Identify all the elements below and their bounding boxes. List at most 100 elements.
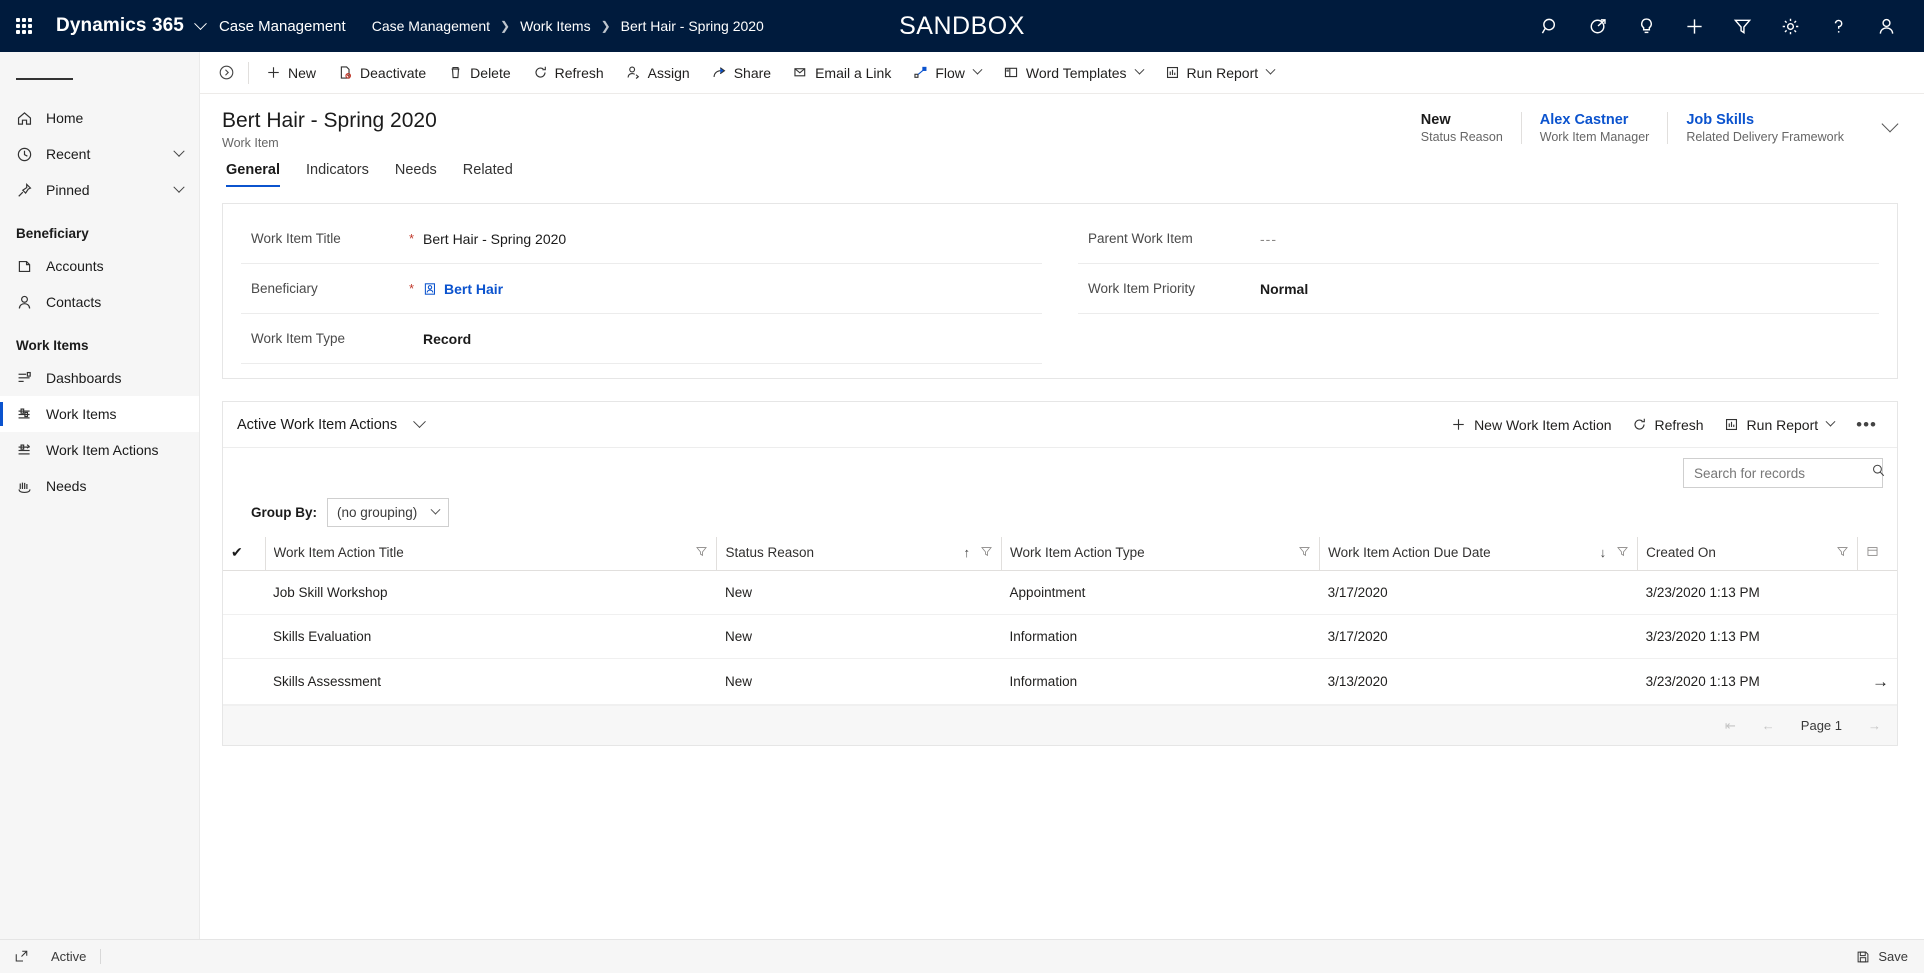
table-row[interactable]: Skills Evaluation New Information 3/17/2… (223, 615, 1897, 659)
chevron-down-icon[interactable] (173, 146, 184, 157)
sort-descending-icon[interactable]: ↓ (1600, 545, 1607, 560)
column-header-status-reason[interactable]: Status Reason ↑ (717, 537, 1002, 571)
tab-related[interactable]: Related (450, 162, 526, 187)
column-header-action-type[interactable]: Work Item Action Type (1002, 537, 1320, 571)
expand-command-bar-icon[interactable] (210, 57, 242, 89)
tab-general[interactable]: General (222, 162, 293, 187)
tab-indicators[interactable]: Indicators (293, 162, 382, 187)
subgrid-view-selector-chevron-down-icon[interactable] (413, 415, 426, 428)
row-open-cell[interactable]: → (1857, 659, 1897, 705)
sort-ascending-icon[interactable]: ↑ (964, 545, 971, 560)
new-button[interactable]: New (255, 52, 327, 94)
assistant-lightbulb-icon[interactable] (1622, 0, 1670, 52)
table-row[interactable]: Job Skill Workshop New Appointment 3/17/… (223, 571, 1897, 615)
sidebar-item-needs[interactable]: Needs (0, 468, 199, 504)
run-report-button[interactable]: Run Report (1154, 52, 1286, 94)
header-field-value[interactable]: Alex Castner (1540, 112, 1650, 128)
new-work-item-action-button[interactable]: New Work Item Action (1441, 408, 1621, 442)
row-open-cell[interactable] (1857, 571, 1897, 615)
cell-title[interactable]: Skills Assessment (265, 659, 717, 705)
previous-page-button[interactable]: ← (1762, 718, 1775, 733)
app-name[interactable]: Case Management (219, 18, 372, 35)
filter-icon[interactable] (1718, 0, 1766, 52)
filter-icon[interactable] (1616, 545, 1629, 561)
chevron-down-icon[interactable] (194, 17, 207, 30)
column-chooser-header[interactable] (1857, 537, 1897, 571)
flow-button[interactable]: Flow (902, 52, 992, 94)
field-value[interactable]: Normal (1260, 281, 1308, 297)
breadcrumb-item-2[interactable]: Bert Hair - Spring 2020 (621, 18, 764, 34)
filter-icon[interactable] (1836, 545, 1849, 561)
lookup-link-beneficiary[interactable]: Bert Hair (423, 281, 503, 297)
subgrid-refresh-button[interactable]: Refresh (1622, 408, 1714, 442)
sidebar-item-work-items[interactable]: Work Items (0, 396, 199, 432)
chevron-down-icon[interactable] (173, 182, 184, 193)
chevron-down-icon[interactable] (1266, 65, 1276, 75)
checkmark-icon[interactable]: ✔ (231, 544, 243, 560)
row-select-cell[interactable] (223, 571, 265, 615)
sidebar-item-home[interactable]: Home (0, 100, 199, 136)
deactivate-button[interactable]: Deactivate (327, 52, 437, 94)
field-value[interactable]: Bert Hair - Spring 2020 (423, 231, 566, 247)
breadcrumb-item-1[interactable]: Work Items (520, 18, 591, 34)
settings-gear-icon[interactable] (1766, 0, 1814, 52)
subgrid-run-report-button[interactable]: Run Report (1714, 408, 1845, 442)
save-button[interactable]: Save (1856, 949, 1908, 964)
user-avatar-icon[interactable] (1862, 0, 1910, 52)
filter-icon[interactable] (980, 545, 993, 561)
cell-title[interactable]: Skills Evaluation (265, 615, 717, 659)
sidebar-item-work-item-actions[interactable]: Work Item Actions (0, 432, 199, 468)
form-scroll-area[interactable]: Work Item Title * Bert Hair - Spring 202… (200, 187, 1924, 939)
delete-button[interactable]: Delete (437, 52, 521, 94)
row-select-cell[interactable] (223, 615, 265, 659)
chevron-down-icon[interactable] (1826, 417, 1836, 427)
column-header-created-on[interactable]: Created On (1638, 537, 1857, 571)
email-a-link-button[interactable]: Email a Link (782, 52, 902, 94)
sidebar-item-dashboards[interactable]: Dashboards (0, 360, 199, 396)
subgrid-overflow-menu-icon[interactable]: ••• (1844, 415, 1889, 435)
group-by-label: Group By: (251, 505, 317, 520)
assign-button[interactable]: Assign (615, 52, 701, 94)
first-page-button[interactable]: ⇤ (1725, 718, 1736, 734)
sidebar-item-pinned[interactable]: Pinned (0, 172, 199, 208)
table-row[interactable]: Skills Assessment New Information 3/13/2… (223, 659, 1897, 705)
next-page-button[interactable]: → (1868, 718, 1881, 733)
column-header-title[interactable]: Work Item Action Title (265, 537, 717, 571)
popout-icon[interactable] (14, 949, 29, 964)
search-icon[interactable] (1526, 0, 1574, 52)
sidebar-item-recent[interactable]: Recent (0, 136, 199, 172)
open-record-arrow-icon[interactable]: → (1872, 673, 1889, 690)
field-value[interactable]: Record (423, 331, 471, 347)
refresh-button[interactable]: Refresh (522, 52, 615, 94)
clock-icon (16, 146, 42, 163)
search-records-box[interactable] (1683, 458, 1883, 488)
quick-create-icon[interactable] (1574, 0, 1622, 52)
cell-title[interactable]: Job Skill Workshop (265, 571, 717, 615)
word-templates-button[interactable]: Word Templates (992, 52, 1154, 94)
brand-dynamics365[interactable]: Dynamics 365 (48, 15, 190, 37)
field-value[interactable]: --- (1260, 231, 1277, 247)
filter-icon[interactable] (1298, 545, 1311, 561)
row-open-cell[interactable] (1857, 615, 1897, 659)
column-options-icon[interactable] (1866, 546, 1879, 561)
header-field-value[interactable]: Job Skills (1686, 112, 1844, 128)
chevron-down-icon[interactable] (1134, 65, 1144, 75)
tab-needs[interactable]: Needs (382, 162, 450, 187)
site-map-toggle-icon[interactable] (0, 58, 199, 100)
share-button[interactable]: Share (701, 52, 782, 94)
chevron-down-icon[interactable] (972, 65, 982, 75)
search-icon[interactable] (1871, 463, 1886, 483)
column-header-due-date[interactable]: Work Item Action Due Date ↓ (1320, 537, 1638, 571)
group-by-select[interactable]: (no grouping) (327, 498, 449, 527)
expand-header-chevron-down-icon[interactable] (1882, 116, 1899, 133)
row-select-cell[interactable] (223, 659, 265, 705)
breadcrumb-item-0[interactable]: Case Management (372, 18, 490, 34)
filter-icon[interactable] (695, 545, 708, 561)
search-input[interactable] (1694, 466, 1871, 481)
sidebar-item-accounts[interactable]: Accounts (0, 248, 199, 284)
help-icon[interactable] (1814, 0, 1862, 52)
select-all-header[interactable]: ✔ (223, 537, 265, 571)
app-launcher-waffle-icon[interactable] (0, 18, 48, 34)
sidebar-item-contacts[interactable]: Contacts (0, 284, 199, 320)
add-icon[interactable] (1670, 0, 1718, 52)
